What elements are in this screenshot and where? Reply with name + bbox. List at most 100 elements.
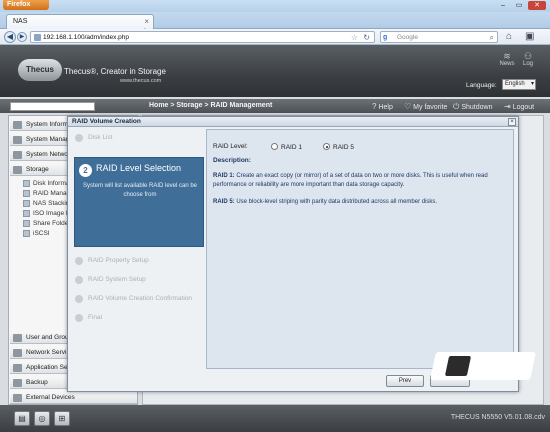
news-link[interactable]: ≋ News xyxy=(497,51,517,67)
power-icon: ⏻ xyxy=(453,102,460,111)
network-icon xyxy=(13,151,22,159)
firefox-window: Firefox – ▭ ✕ NAS × + ◀ ▶ 192.168.1.100/… xyxy=(0,0,550,432)
info-icon xyxy=(13,121,22,129)
title-bar: Firefox – ▭ ✕ xyxy=(0,0,550,12)
step-number: 2 xyxy=(79,164,92,177)
forward-icon[interactable]: ▶ xyxy=(17,32,27,42)
search-icon[interactable]: ⌕ xyxy=(490,32,494,43)
home-icon[interactable]: ⌂ xyxy=(506,31,512,42)
description-label: Description: xyxy=(213,157,251,164)
storage-icon xyxy=(13,166,22,174)
service-icon xyxy=(13,349,22,357)
bookmark-star-icon[interactable]: ☆ xyxy=(351,32,358,43)
sidebar-item-label: Storage xyxy=(26,166,49,173)
step-raid-property-setup: RAID Property Setup xyxy=(72,255,202,267)
address-bar[interactable]: 192.168.1.100/adm/index.php ☆ ↻ xyxy=(30,31,375,43)
favorite-link[interactable]: ♡ My favorite xyxy=(404,102,447,111)
shutdown-link[interactable]: ⏻ Shutdown xyxy=(453,102,492,112)
raid5-description: RAID 5: Use block-level striping with pa… xyxy=(213,198,511,207)
back-icon[interactable]: ◀ xyxy=(4,31,16,43)
raid1-text: Create an exact copy (or mirror) of a se… xyxy=(213,173,488,188)
sidebar-item-label: Application Se xyxy=(26,364,68,371)
step-label: RAID Volume Creation Confirmation xyxy=(88,295,193,302)
wizard-steps: Disk List 2 RAID Level Selection System … xyxy=(72,130,204,354)
url-text: 192.168.1.100/adm/index.php xyxy=(43,34,130,41)
minimize-icon[interactable]: – xyxy=(496,1,510,10)
sidebar-subitem-nas-stacking[interactable]: NAS Stacking xyxy=(23,199,73,208)
step-final: Final xyxy=(72,312,202,324)
thecus-logo: Thecus xyxy=(18,59,62,81)
sidebar-item-external-devices[interactable]: External Devices xyxy=(10,392,137,404)
step-dot-icon xyxy=(75,314,83,322)
monitor-icon[interactable]: ▤ xyxy=(14,411,30,426)
bookmarks-menu-icon[interactable]: ▣ xyxy=(525,31,534,42)
iso-icon xyxy=(23,210,30,217)
logout-icon: ⇥ xyxy=(504,102,511,111)
step-raid-volume-creation-confirmation: RAID Volume Creation Confirmation xyxy=(72,293,202,305)
folder-icon xyxy=(23,220,30,227)
step-label: RAID Property Setup xyxy=(88,257,149,264)
sidebar-subitem-disk-information[interactable]: Disk Informati xyxy=(23,179,73,188)
rss-icon: ≋ xyxy=(503,51,511,61)
news-label: News xyxy=(499,61,515,67)
raid1-radio[interactable]: RAID 1 xyxy=(271,143,302,151)
backup-icon xyxy=(13,379,22,387)
log-link[interactable]: ⚇ Log xyxy=(518,51,538,67)
menu-search-input[interactable] xyxy=(10,102,95,111)
step-raid-system-setup: RAID System Setup xyxy=(72,274,202,286)
step-label: RAID System Setup xyxy=(88,276,146,283)
site-identity-icon[interactable] xyxy=(34,34,41,41)
logout-link[interactable]: ⇥ Logout xyxy=(504,102,534,111)
step-raid-level-selection: 2 RAID Level Selection System will list … xyxy=(74,157,204,247)
raid5-radio[interactable]: RAID 5 xyxy=(323,143,354,151)
language-select[interactable]: English ▾ xyxy=(502,79,536,90)
step-dot-icon xyxy=(75,295,83,303)
radio-label: RAID 5 xyxy=(333,144,354,151)
application-icon xyxy=(13,364,22,372)
usb-icon xyxy=(13,394,22,402)
navigation-toolbar: ◀ ▶ 192.168.1.100/adm/index.php ☆ ↻ g Go… xyxy=(0,29,550,45)
radio-selected-icon[interactable] xyxy=(323,143,330,150)
radio-off-icon[interactable] xyxy=(271,143,278,150)
help-label: Help xyxy=(378,104,393,111)
browser-tab[interactable]: NAS × xyxy=(6,14,154,29)
raid-level-label: RAID Level: xyxy=(213,143,248,150)
sidebar-item-label: Network Servi xyxy=(26,349,67,356)
language-value: English xyxy=(505,81,525,87)
step-label: Disk List xyxy=(88,134,113,141)
google-icon[interactable]: g xyxy=(383,33,393,42)
heart-icon: ♡ xyxy=(404,102,412,111)
close-window-icon[interactable]: ✕ xyxy=(528,1,546,10)
help-link[interactable]: ? Help xyxy=(372,102,393,111)
page-header: Thecus Thecus®, Creator in Storage www.t… xyxy=(0,45,550,97)
disk-icon xyxy=(23,180,30,187)
firefox-menu-button[interactable]: Firefox xyxy=(3,0,49,10)
sidebar-subitem-iscsi[interactable]: iSCSI xyxy=(23,229,50,238)
logout-label: Logout xyxy=(512,104,535,111)
dialog-close-icon[interactable]: × xyxy=(508,118,516,126)
raid5-title: RAID 5: xyxy=(213,199,235,205)
raid5-text: Use block-level striping with parity dat… xyxy=(236,199,438,205)
step-label: Final xyxy=(88,314,103,321)
log-icon: ⚇ xyxy=(523,51,533,61)
reload-icon[interactable]: ↻ xyxy=(363,32,370,43)
tagline-url: www.thecus.com xyxy=(120,78,162,84)
step-description: System will list available RAID level ca… xyxy=(82,183,198,198)
raid1-description: RAID 1: Create an exact copy (or mirror)… xyxy=(213,172,511,190)
search-bar[interactable]: g Google ⌕ xyxy=(380,31,498,43)
prev-button[interactable]: Prev xyxy=(386,375,424,387)
step-title: RAID Level Selection xyxy=(96,163,182,173)
step-dot-icon xyxy=(75,276,83,284)
network-status-icon[interactable]: ⊞ xyxy=(54,411,70,426)
user-icon xyxy=(13,334,22,342)
tab-title: NAS xyxy=(13,18,28,25)
breadcrumb: Home > Storage > RAID Management xyxy=(149,102,273,109)
disk-status-icon[interactable]: ◎ xyxy=(34,411,50,426)
sidebar-item-label: System Manage xyxy=(26,136,73,143)
favorite-label: My favorite xyxy=(413,104,448,111)
maximize-icon[interactable]: ▭ xyxy=(512,1,526,10)
step-dot-icon xyxy=(75,134,83,142)
firmware-version: THECUS N5550 V5.01.08.cdv xyxy=(450,414,545,421)
raid-icon xyxy=(23,190,30,197)
log-label: Log xyxy=(522,61,533,67)
